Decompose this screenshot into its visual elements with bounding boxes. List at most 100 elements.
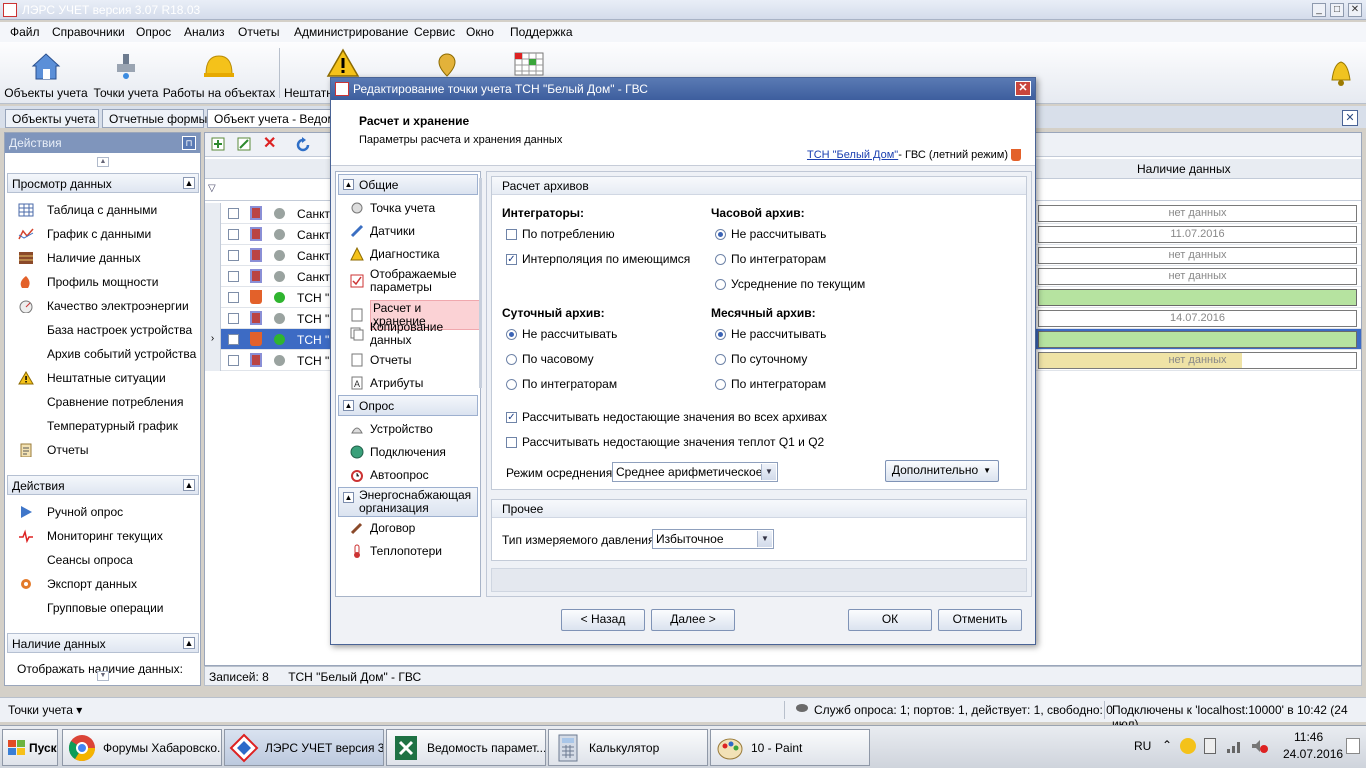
row-header[interactable] <box>205 308 221 329</box>
row-checkbox[interactable] <box>228 355 239 366</box>
calc-missing-all-checkbox[interactable]: ✓ Рассчитывать недостающие значения во вс… <box>506 410 827 424</box>
nav-section-supply[interactable]: ▲ Энергоснабжающая организация <box>338 487 478 517</box>
calc-missing-q-checkbox[interactable]: Рассчитывать недостающие значения теплот… <box>506 435 824 449</box>
action-data-table[interactable]: Таблица с данными <box>17 200 157 220</box>
action-power-quality[interactable]: Качество электроэнергии <box>17 296 189 316</box>
section-view-data[interactable]: Просмотр данных ▲ <box>7 173 199 193</box>
avg-mode-select[interactable]: Среднее арифметическое ▼ <box>612 462 778 482</box>
row-header[interactable] <box>205 266 221 287</box>
nav-item-point[interactable]: Точка учета <box>350 201 435 215</box>
action-manual-poll[interactable]: Ручной опрос <box>17 502 123 522</box>
row-header[interactable] <box>205 245 221 266</box>
row-checkbox[interactable] <box>228 292 239 303</box>
nav-item-device[interactable]: Устройство <box>350 422 433 436</box>
hourly-average-radio[interactable]: Усреднение по текущим <box>715 277 865 291</box>
points-dropdown[interactable]: Точки учета ▾ <box>8 703 82 717</box>
collapse-icon[interactable]: ▲ <box>343 492 354 503</box>
nav-item-contract[interactable]: Договор <box>350 521 415 535</box>
menu-support[interactable]: Поддержка <box>510 25 573 39</box>
action-monitoring[interactable]: Мониторинг текущих <box>17 526 163 546</box>
bell-icon[interactable] <box>1326 56 1356 88</box>
filter-icon[interactable]: ▽ <box>208 183 216 194</box>
back-button[interactable]: < Назад <box>561 609 645 631</box>
monthly-daily-radio[interactable]: По суточному <box>715 352 807 366</box>
extra-button[interactable]: Дополнительно ▼ <box>885 460 999 482</box>
task-browser[interactable]: Форумы Хабаровско... <box>62 729 222 766</box>
scroll-down-icon[interactable]: ▼ <box>97 671 109 681</box>
collapse-icon[interactable]: ▲ <box>343 400 354 411</box>
menu-analysis[interactable]: Анализ <box>184 25 225 39</box>
nav-item-diagnostics[interactable]: Диагностика <box>350 247 440 261</box>
tray-update-icon[interactable] <box>1180 738 1196 754</box>
action-export[interactable]: Экспорт данных <box>17 574 137 594</box>
nav-item-params[interactable]: Отображаемые параметры <box>350 268 470 294</box>
action-compare[interactable]: Сравнение потребления <box>17 392 183 412</box>
dialog-close-button[interactable]: ✕ <box>1015 81 1031 96</box>
action-group-ops[interactable]: Групповые операции <box>17 598 164 618</box>
monthly-integrators-radio[interactable]: По интеграторам <box>715 377 826 391</box>
action-reports[interactable]: Отчеты <box>17 440 88 460</box>
nav-section-general[interactable]: ▲ Общие <box>338 174 478 195</box>
row-header[interactable] <box>205 287 221 308</box>
menu-poll[interactable]: Опрос <box>136 25 171 39</box>
minimize-button[interactable]: _ <box>1312 3 1326 17</box>
edit-icon[interactable] <box>237 137 251 151</box>
tray-device-icon[interactable] <box>1204 738 1216 754</box>
hourly-integrators-radio[interactable]: По интеграторам <box>715 252 826 266</box>
collapse-icon[interactable]: ▲ <box>183 479 195 491</box>
action-temperature[interactable]: Температурный график <box>17 416 178 436</box>
clock-time[interactable]: 11:46 <box>1294 730 1323 744</box>
ok-button[interactable]: ОК <box>848 609 932 631</box>
language-indicator[interactable]: RU <box>1134 739 1151 753</box>
daily-integrators-radio[interactable]: По интеграторам <box>506 377 617 391</box>
hourly-none-radio[interactable]: Не рассчитывать <box>715 227 826 241</box>
schedule-grid-icon[interactable] <box>514 52 544 78</box>
tab-report-forms[interactable]: Отчетные формы <box>102 109 207 128</box>
task-calculator[interactable]: Калькулятор <box>548 729 708 766</box>
task-lers[interactable]: ЛЭРС УЧЕТ версия 3... <box>224 729 384 766</box>
cancel-button[interactable]: Отменить <box>938 609 1022 631</box>
menu-file[interactable]: Файл <box>10 25 40 39</box>
section-actions[interactable]: Действия ▲ <box>7 475 199 495</box>
action-incidents[interactable]: Нештатные ситуации <box>17 368 166 388</box>
nav-item-copy[interactable]: Копирование данных <box>350 321 460 347</box>
action-device-settings[interactable]: База настроек устройства <box>17 320 192 340</box>
menu-window[interactable]: Окно <box>466 25 494 39</box>
action-device-events[interactable]: Архив событий устройства <box>17 344 196 364</box>
add-icon[interactable] <box>211 137 225 151</box>
tab-objects[interactable]: Объекты учета <box>5 109 99 128</box>
maximize-button[interactable]: □ <box>1330 3 1344 17</box>
pin-icon[interactable]: ⊓ <box>182 136 196 150</box>
nav-splitter[interactable] <box>479 178 482 388</box>
tray-expand-icon[interactable]: ⌃ <box>1162 738 1172 752</box>
row-header[interactable] <box>205 203 221 224</box>
nav-item-autopoll[interactable]: Автоопрос <box>350 468 429 482</box>
integrators-interpolation-checkbox[interactable]: ✓ Интерполяция по имеющимся <box>506 252 690 266</box>
menu-service[interactable]: Сервис <box>414 25 455 39</box>
menu-admin[interactable]: Администрирование <box>294 25 408 39</box>
scroll-up-icon[interactable]: ▲ <box>97 157 109 167</box>
monthly-none-radio[interactable]: Не рассчитывать <box>715 327 826 341</box>
points-button[interactable]: Точки учета <box>92 42 160 104</box>
daily-none-radio[interactable]: Не рассчитывать <box>506 327 617 341</box>
tray-network-icon[interactable] <box>1226 738 1244 754</box>
close-tab-icon[interactable]: ✕ <box>1342 110 1358 126</box>
collapse-icon[interactable]: ▲ <box>343 179 354 190</box>
task-excel[interactable]: Ведомость парамет... <box>386 729 546 766</box>
integrators-consumption-checkbox[interactable]: По потреблению <box>506 227 615 241</box>
map-pin-icon[interactable] <box>434 52 460 78</box>
object-link[interactable]: ТСН "Белый Дом" <box>807 149 898 161</box>
action-power-profile[interactable]: Профиль мощности <box>17 272 158 292</box>
row-checkbox[interactable] <box>228 250 239 261</box>
nav-item-sensors[interactable]: Датчики <box>350 224 415 238</box>
tab-object-report[interactable]: Объект учета - Ведомо <box>207 109 332 128</box>
objects-button[interactable]: Объекты учета <box>2 42 90 104</box>
nav-item-attributes[interactable]: A Атрибуты <box>350 376 423 390</box>
action-data-chart[interactable]: График с данными <box>17 224 151 244</box>
row-checkbox[interactable] <box>228 229 239 240</box>
action-sessions[interactable]: Сеансы опроса <box>17 550 133 570</box>
row-checkbox[interactable] <box>228 313 239 324</box>
nav-item-heat-loss[interactable]: Теплопотери <box>350 544 442 558</box>
nav-section-poll[interactable]: ▲ Опрос <box>338 395 478 416</box>
start-button[interactable]: Пуск <box>2 729 58 766</box>
